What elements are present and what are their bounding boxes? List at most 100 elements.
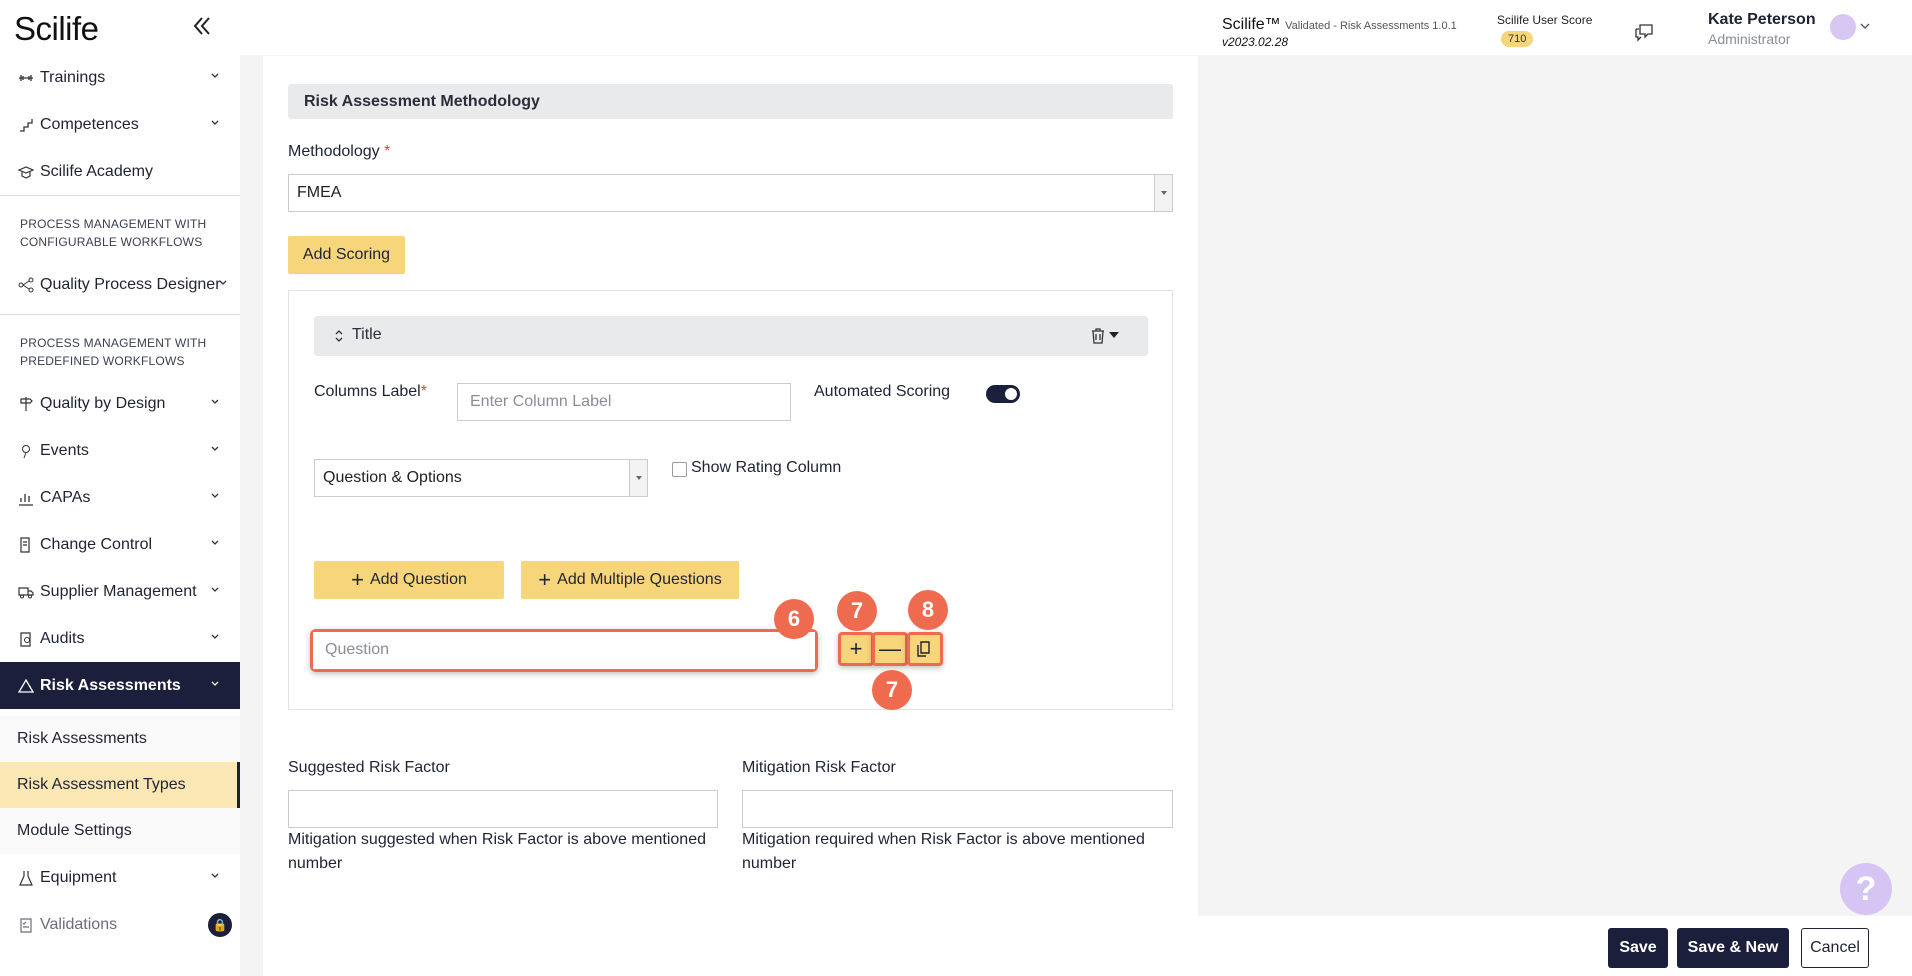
suggested-risk-help: Mitigation suggested when Risk Factor is… xyxy=(288,831,706,872)
sidebar-item-label: Scilife Academy xyxy=(40,162,153,180)
clipboard-search-icon xyxy=(20,631,31,647)
network-icon xyxy=(18,277,34,292)
sidebar-item-competences[interactable]: Competences xyxy=(0,101,240,148)
stairs-icon xyxy=(20,118,33,132)
scilife-logo: Scilife xyxy=(14,10,99,47)
sidebar-item-audits[interactable]: Audits xyxy=(0,615,240,662)
scoring-title[interactable]: Title xyxy=(352,326,382,344)
add-question-button[interactable]: + Add Question xyxy=(314,561,504,599)
add-multiple-questions-button[interactable]: + Add Multiple Questions xyxy=(521,561,739,599)
columns-label-text: Columns Label xyxy=(314,383,421,400)
chevron-down-icon xyxy=(211,587,219,592)
chat-icon[interactable] xyxy=(1634,22,1654,42)
dumbbell-icon xyxy=(19,74,33,81)
lock-icon: 🔒 xyxy=(208,913,232,937)
score-badge: 710 xyxy=(1501,31,1534,47)
signpost-icon xyxy=(20,396,33,411)
sidebar-item-label: Audits xyxy=(40,629,85,647)
methodology-label-text: Methodology xyxy=(288,143,380,160)
checklist-icon xyxy=(20,917,32,933)
help-icon[interactable]: ? xyxy=(1840,863,1892,915)
sidebar-item-events[interactable]: Events xyxy=(0,427,240,474)
top-header xyxy=(240,0,1912,55)
user-name: Kate Peterson xyxy=(1708,11,1816,28)
sidebar-item-scilife-academy[interactable]: Scilife Academy xyxy=(0,148,240,195)
show-rating-checkbox[interactable] xyxy=(672,462,687,477)
step-marker-8: 8 xyxy=(908,590,948,630)
chevron-down-icon xyxy=(211,73,219,78)
sidebar-item-label: Supplier Management xyxy=(40,582,197,600)
caret-down-icon[interactable] xyxy=(1109,331,1119,339)
column-label-input[interactable]: Enter Column Label xyxy=(457,383,791,421)
step-marker-6: 6 xyxy=(774,599,814,639)
remove-option-button[interactable]: — xyxy=(872,632,908,666)
sidebar-subitem-risk-assessment-types[interactable]: Risk Assessment Types xyxy=(0,762,240,808)
sidebar-item-quality-process-designer[interactable]: Quality Process Designer xyxy=(0,261,240,308)
sidebar-item-quality-by-design[interactable]: Quality by Design xyxy=(0,380,240,427)
chevron-down-icon[interactable] xyxy=(1860,22,1870,30)
user-menu[interactable]: Kate Peterson Administrator xyxy=(1708,11,1816,47)
chevron-down-icon xyxy=(211,540,219,545)
cancel-button[interactable]: Cancel xyxy=(1801,928,1869,968)
add-question-label: Add Question xyxy=(369,571,467,588)
plus-icon: + xyxy=(849,636,863,661)
sidebar-item-label: Equipment xyxy=(40,868,117,886)
sidebar-item-change-control[interactable]: Change Control xyxy=(0,521,240,568)
sidebar-subitem-module-settings[interactable]: Module Settings xyxy=(0,808,240,854)
chevron-down-icon xyxy=(211,120,219,125)
avatar[interactable] xyxy=(1830,14,1856,40)
user-score: Scilife User Score 710 xyxy=(1497,13,1592,47)
automated-scoring-toggle[interactable] xyxy=(986,385,1020,403)
user-role: Administrator xyxy=(1708,31,1791,47)
required-mark: * xyxy=(420,383,427,400)
section-title: Risk Assessment Methodology xyxy=(288,84,1173,119)
add-option-button[interactable]: + xyxy=(838,632,874,666)
question-type-value: Question & Options xyxy=(323,469,462,486)
methodology-select[interactable]: FMEA xyxy=(288,174,1173,212)
chevron-down-icon xyxy=(219,280,227,285)
chevron-down-icon xyxy=(211,446,219,451)
duplicate-button[interactable] xyxy=(907,632,943,666)
chevron-down-icon xyxy=(211,634,219,639)
sidebar-item-capas[interactable]: CAPAs xyxy=(0,474,240,521)
warning-triangle-icon xyxy=(18,678,34,693)
scoring-panel: Title Columns Label* Enter Column Label … xyxy=(288,290,1173,710)
chevron-down-icon xyxy=(211,399,219,404)
step-marker-7-top: 7 xyxy=(837,591,877,631)
section-predefined-workflows: PROCESS MANAGEMENT WITH PREDEFINED WORKF… xyxy=(0,314,240,386)
sidebar-item-equipment[interactable]: Equipment xyxy=(0,854,240,901)
question-input[interactable]: Question xyxy=(313,632,815,669)
chevron-down-icon xyxy=(211,681,219,686)
plus-icon: + xyxy=(351,567,364,592)
dropdown-arrow-icon xyxy=(1154,175,1172,211)
trash-icon[interactable] xyxy=(1089,327,1107,345)
brand-info: Scilife™ Validated - Risk Assessments 1.… xyxy=(1222,16,1457,49)
copy-icon xyxy=(917,641,930,657)
version-label: v2023.02.28 xyxy=(1222,35,1289,49)
collapse-sidebar-icon[interactable] xyxy=(188,12,216,40)
question-type-select[interactable]: Question & Options xyxy=(314,459,648,497)
score-label: Scilife User Score xyxy=(1497,13,1593,27)
sidebar-item-risk-assessments[interactable]: Risk Assessments xyxy=(0,662,240,709)
drag-sort-icon[interactable] xyxy=(334,328,344,344)
mitigation-risk-input[interactable] xyxy=(742,790,1173,828)
sidebar-item-label: CAPAs xyxy=(40,488,91,506)
add-scoring-button[interactable]: Add Scoring xyxy=(288,236,405,274)
form-card: Risk Assessment Methodology Methodology … xyxy=(263,56,1198,976)
sidebar-item-trainings[interactable]: Trainings xyxy=(0,54,240,101)
chevron-down-icon xyxy=(211,873,219,878)
sidebar-subitem-risk-assessments[interactable]: Risk Assessments xyxy=(0,716,240,762)
columns-label: Columns Label* xyxy=(314,383,427,401)
minus-icon: — xyxy=(879,636,901,661)
sidebar-item-label: Quality by Design xyxy=(40,394,166,412)
suggested-risk-label: Suggested Risk Factor xyxy=(288,759,450,776)
sidebar-item-supplier-management[interactable]: Supplier Management xyxy=(0,568,240,615)
suggested-risk-input[interactable] xyxy=(288,790,718,828)
sidebar-item-validations[interactable]: Validations 🔒 xyxy=(0,901,240,948)
required-mark: * xyxy=(384,143,391,160)
brand-subtitle: Validated - Risk Assessments 1.0.1 xyxy=(1285,20,1457,32)
save-button[interactable]: Save xyxy=(1608,928,1668,968)
chart-icon xyxy=(19,493,33,506)
save-and-new-button[interactable]: Save & New xyxy=(1677,928,1789,968)
sidebar: Scilife Trainings Competences Scilife Ac… xyxy=(0,0,240,976)
